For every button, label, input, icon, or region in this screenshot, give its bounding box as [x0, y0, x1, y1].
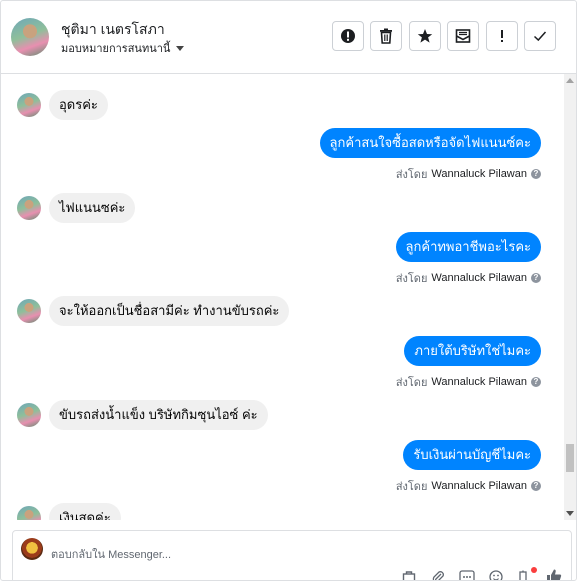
sent-by-line: ส่งโดย Wannaluck Pilawan ?: [396, 373, 541, 391]
incoming-message: อุดรค่ะ: [17, 90, 108, 120]
sent-by-label: ส่งโดย: [395, 377, 428, 389]
trash-icon: [380, 28, 392, 44]
sent-by-line: ส่งโดย Wannaluck Pilawan ?: [396, 165, 541, 183]
ellipsis-chat-icon[interactable]: [459, 569, 475, 580]
caret-down-icon: [176, 45, 185, 51]
attachment-icon[interactable]: [430, 569, 446, 580]
incoming-message: จะให้ออกเป็นชื่อสามีค่ะ ทำงานขับรถค่ะ: [17, 296, 290, 326]
outgoing-message: ลูกค้าสนใจซื้อสดหรือจัดไฟแนนซ์คะ ส่งโดย …: [319, 128, 541, 183]
message-bubble[interactable]: รับเงินผ่านบัญชีไมคะ: [403, 440, 541, 470]
customer-avatar-small: [17, 93, 41, 117]
sender-name: Wannaluck Pilawan: [431, 168, 527, 180]
customer-avatar-small: [17, 196, 41, 220]
sent-by-line: ส่งโดย Wannaluck Pilawan ?: [396, 477, 541, 495]
sent-by-label: ส่งโดย: [395, 169, 428, 181]
message-bubble[interactable]: ไฟแนนซค่ะ: [49, 193, 136, 223]
sent-by-label: ส่งโดย: [395, 273, 428, 285]
sent-by-line: ส่งโดย Wannaluck Pilawan ?: [396, 269, 541, 287]
message-bubble[interactable]: จะให้ออกเป็นชื่อสามีค่ะ ทำงานขับรถค่ะ: [49, 296, 290, 326]
message-bubble[interactable]: อุดรค่ะ: [49, 90, 108, 120]
incoming-message: ไฟแนนซค่ะ: [17, 193, 136, 223]
outgoing-message: รับเงินผ่านบัญชีไมคะ ส่งโดย Wannaluck Pi…: [396, 440, 541, 495]
thumbs-up-icon[interactable]: [545, 567, 563, 580]
envelope-icon: [455, 29, 471, 43]
incoming-message: ขับรถส่งน้ำแข็ง บริษัทกิมซุนไอซ์ ค่ะ: [17, 400, 268, 430]
emoji-icon[interactable]: [488, 569, 504, 580]
customer-avatar-small: [17, 506, 41, 520]
scroll-down-arrow-icon[interactable]: [566, 511, 574, 516]
mark-done-button[interactable]: [524, 21, 556, 51]
checkmark-icon: [533, 31, 547, 42]
outgoing-message: ภายใต้บริษัทใช่ไมคะ ส่งโดย Wannaluck Pil…: [396, 336, 541, 391]
thread-scrollbar[interactable]: [564, 74, 576, 520]
conversation-header: ชุติมา เนตรโสภา มอบหมายการสนทนานี้: [1, 1, 576, 74]
reply-input[interactable]: ตอบกลับใน Messenger...: [51, 545, 171, 563]
sender-name: Wannaluck Pilawan: [431, 480, 527, 492]
star-icon: [417, 29, 433, 43]
star-button[interactable]: [409, 21, 441, 51]
customer-avatar[interactable]: [11, 18, 49, 56]
appointment-icon[interactable]: [515, 569, 531, 580]
mark-unread-button[interactable]: [447, 21, 479, 51]
saved-replies-icon[interactable]: [401, 569, 417, 580]
help-icon[interactable]: ?: [531, 169, 541, 179]
delete-button[interactable]: [370, 21, 402, 51]
message-bubble[interactable]: ภายใต้บริษัทใช่ไมคะ: [404, 336, 541, 366]
conversation-panel: ชุติมา เนตรโสภา มอบหมายการสนทนานี้ อุดรค…: [0, 0, 577, 581]
scrollbar-thumb[interactable]: [566, 444, 574, 472]
alert-circle-icon: [341, 29, 355, 43]
follow-up-button[interactable]: [486, 21, 518, 51]
message-bubble[interactable]: ลูกค้าสนใจซื้อสดหรือจัดไฟแนนซ์คะ: [319, 128, 541, 158]
help-icon[interactable]: ?: [531, 377, 541, 387]
help-icon[interactable]: ?: [531, 481, 541, 491]
assign-conversation-dropdown[interactable]: มอบหมายการสนทนานี้: [61, 39, 185, 57]
outgoing-message: ลูกค้าทพอาชีพอะไรคะ ส่งโดย Wannaluck Pil…: [395, 232, 541, 287]
message-bubble[interactable]: ลูกค้าทพอาชีพอะไรคะ: [395, 232, 541, 262]
scroll-up-arrow-icon[interactable]: [566, 78, 574, 83]
message-bubble[interactable]: เงินสดค่ะ: [49, 503, 121, 520]
customer-name[interactable]: ชุติมา เนตรโสภา: [61, 19, 165, 41]
sender-name: Wannaluck Pilawan: [431, 376, 527, 388]
help-icon[interactable]: ?: [531, 273, 541, 283]
message-bubble[interactable]: ขับรถส่งน้ำแข็ง บริษัทกิมซุนไอซ์ ค่ะ: [49, 400, 268, 430]
message-thread[interactable]: อุดรค่ะ ลูกค้าสนใจซื้อสดหรือจัดไฟแนนซ์คะ…: [1, 74, 564, 520]
customer-avatar-small: [17, 403, 41, 427]
incoming-message: เงินสดค่ะ: [17, 503, 121, 520]
notification-dot: [531, 567, 537, 573]
sender-name: Wannaluck Pilawan: [431, 272, 527, 284]
exclamation-icon: [501, 30, 503, 42]
spam-button[interactable]: [332, 21, 364, 51]
sent-by-label: ส่งโดย: [395, 481, 428, 493]
assign-label: มอบหมายการสนทนานี้: [61, 43, 171, 55]
customer-avatar-small: [17, 299, 41, 323]
page-avatar: [21, 538, 43, 560]
